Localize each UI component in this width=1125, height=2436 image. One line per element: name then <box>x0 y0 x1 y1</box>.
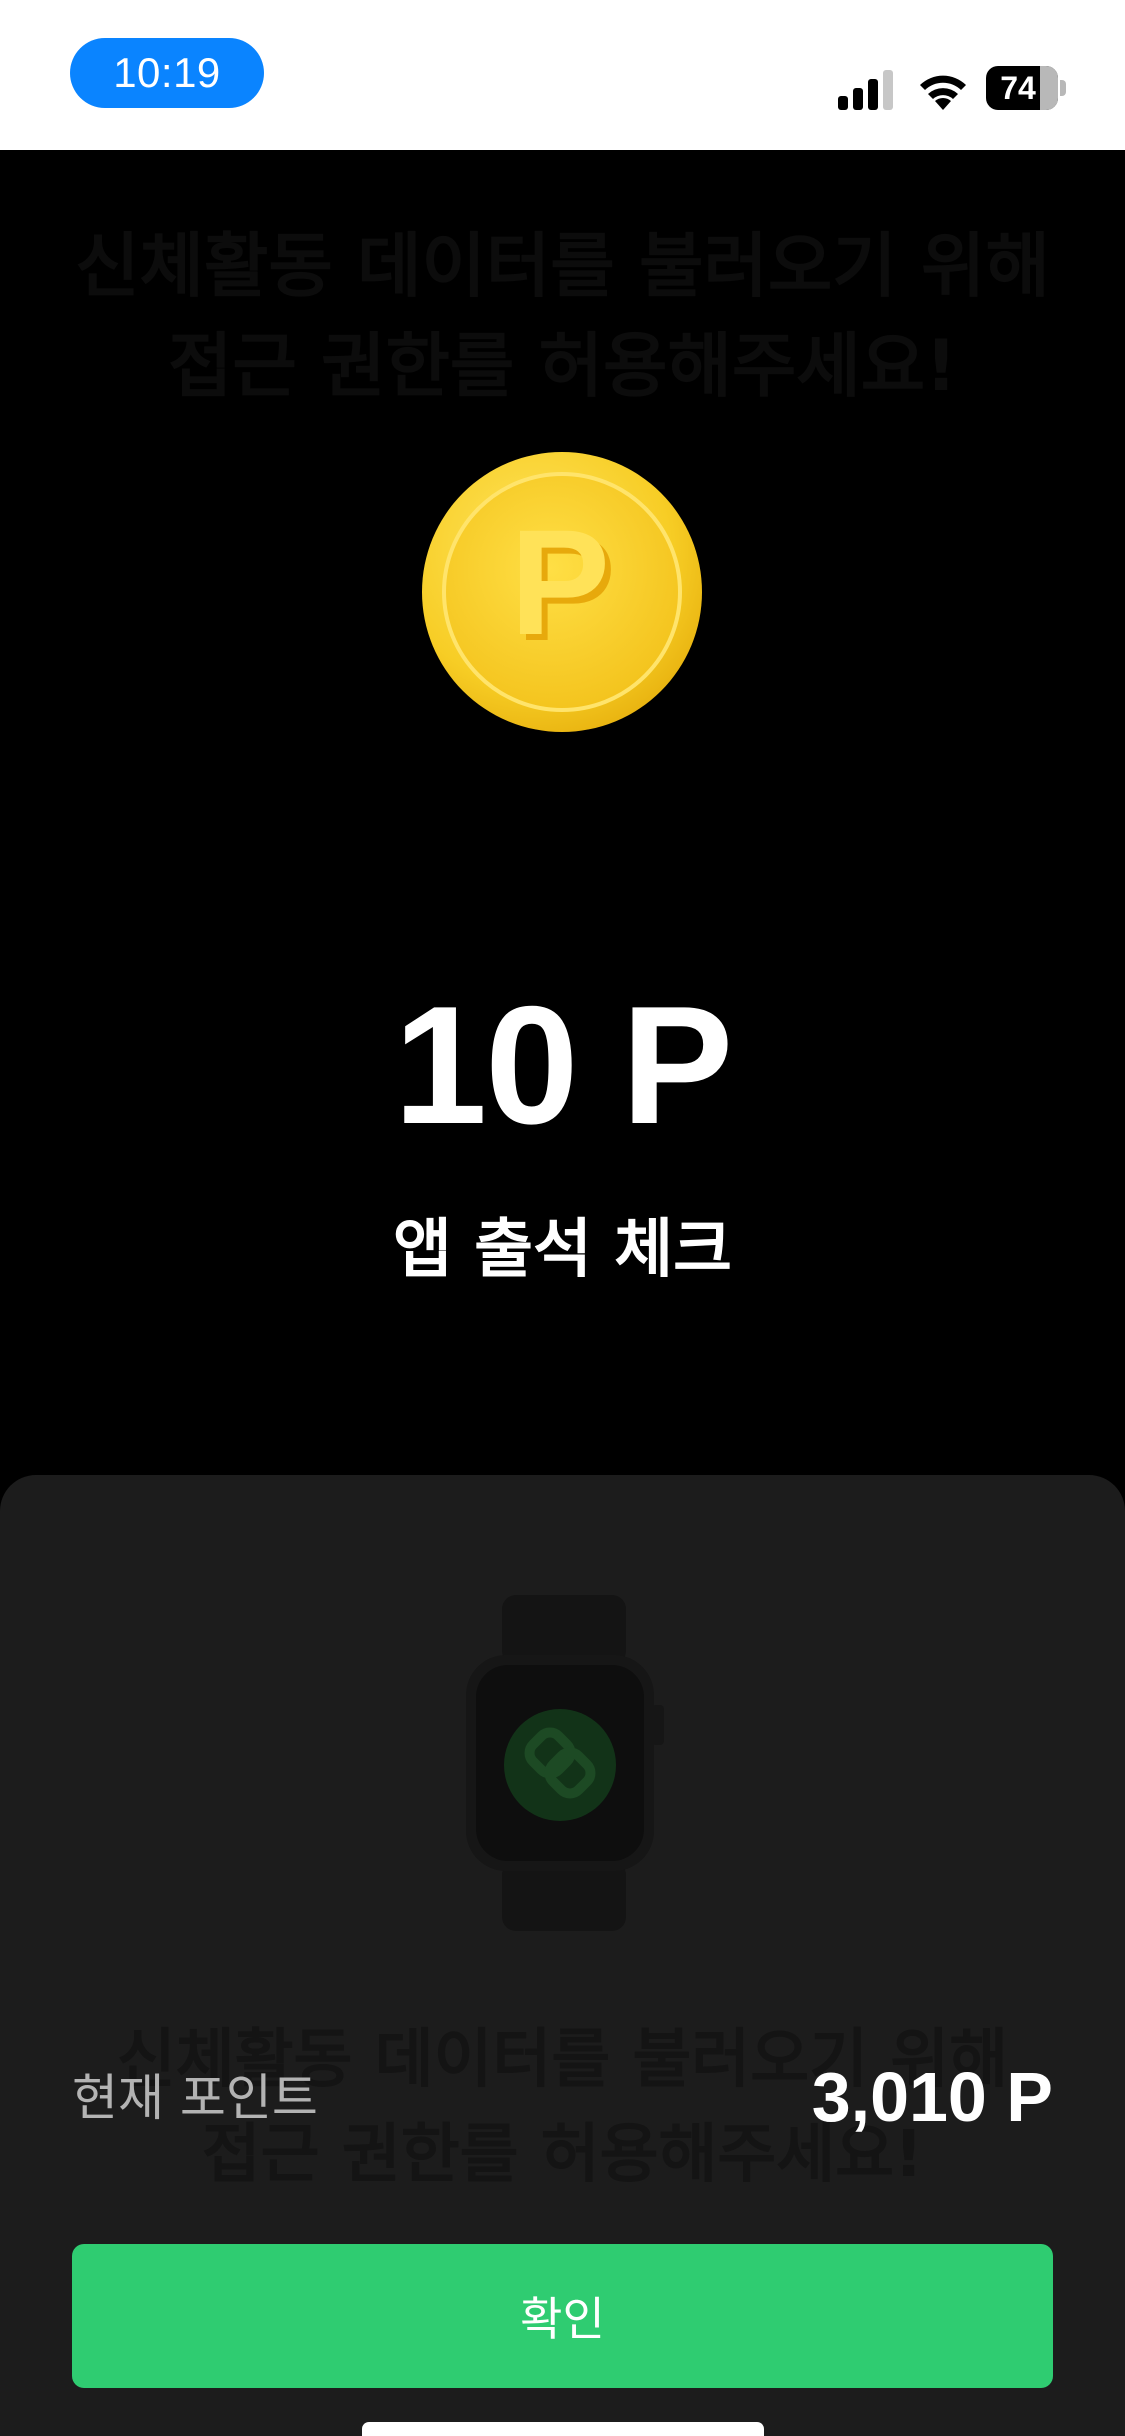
confirm-button[interactable]: 확인 <box>72 2244 1053 2388</box>
background-permission-text-1: 신체활동 데이터를 불러오기 위해 <box>75 225 1050 307</box>
battery-icon: 74 <box>986 66 1068 110</box>
coin-icon: P P <box>422 452 702 732</box>
coin-letter: P <box>510 498 610 666</box>
background-permission-text-2: 접근 권한를 허용해주세요! <box>167 325 958 407</box>
wifi-icon <box>920 75 966 110</box>
signal-icon <box>838 70 893 110</box>
current-points-label: 현재 포인트 <box>72 2069 318 2127</box>
battery-level: 74 <box>1000 69 1036 106</box>
watch-icon <box>466 1595 664 1931</box>
reward-amount: 10 P <box>393 971 734 1159</box>
bottom-sheet: 신체활동 데이터를 불러오기 위해 접근 권한를 허용해주세요! 현재 포인트 … <box>0 1475 1125 2436</box>
reward-title: 앱 출석 체크 <box>393 1213 732 1287</box>
status-bar: 10:19 74 <box>0 0 1125 150</box>
status-time: 10:19 <box>70 38 264 108</box>
current-points-value: 3,010 P <box>811 2058 1053 2136</box>
home-indicator[interactable] <box>362 2422 764 2436</box>
